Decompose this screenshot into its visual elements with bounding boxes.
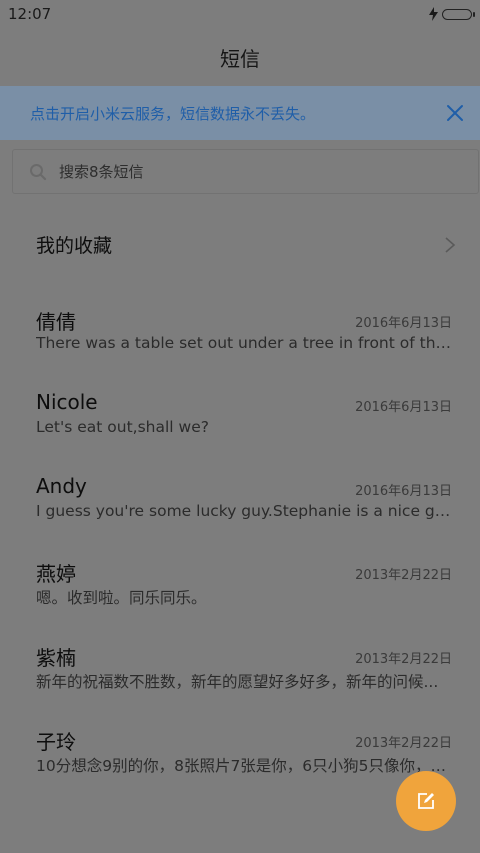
message-preview: 新年的祝福数不胜数，新年的愿望好多好多，新年的问候... [36, 673, 439, 691]
conversation-item[interactable]: 燕婷 2013年2月22日 嗯。收到啦。同乐同乐。 [0, 552, 480, 636]
message-preview: 嗯。收到啦。同乐同乐。 [36, 589, 207, 607]
message-preview: There was a table set out under a tree i… [36, 334, 452, 352]
compose-icon [418, 793, 434, 809]
message-preview: I guess you're some lucky guy.Stephanie … [36, 502, 452, 520]
contact-name: Nicole [36, 390, 98, 414]
message-date: 2016年6月13日 [355, 400, 452, 415]
banner-text[interactable]: 点击开启小米云服务，短信数据永不丢失。 [30, 103, 315, 124]
charging-icon [429, 7, 438, 21]
conversation-list: 倩倩 2016年6月13日 There was a table set out … [0, 300, 480, 804]
conversation-item[interactable]: Nicole 2016年6月13日 Let's eat out,shall we… [0, 384, 480, 468]
contact-name: 燕婷 [36, 562, 76, 586]
status-bar: 12:07 [0, 0, 480, 28]
conversation-item[interactable]: 倩倩 2016年6月13日 There was a table set out … [0, 300, 480, 384]
conversation-item[interactable]: 紫楠 2013年2月22日 新年的祝福数不胜数，新年的愿望好多好多，新年的问候.… [0, 636, 480, 720]
message-preview: Let's eat out,shall we? [36, 418, 209, 436]
favorites-item[interactable]: 我的收藏 [0, 215, 480, 273]
search-input[interactable]: 搜索8条短信 [12, 149, 479, 194]
close-icon[interactable] [446, 104, 464, 122]
contact-name: 子玲 [36, 730, 76, 754]
message-date: 2016年6月13日 [355, 316, 452, 331]
favorites-label: 我的收藏 [36, 234, 113, 257]
conversation-item[interactable]: Andy 2016年6月13日 I guess you're some luck… [0, 468, 480, 552]
status-time: 12:07 [8, 5, 52, 23]
battery-icon [442, 8, 475, 20]
message-preview: 10分想念9别的你，8张照片7张是你，6只小狗5只像你，4... [36, 757, 452, 775]
message-date: 2016年6月13日 [355, 484, 452, 499]
message-date: 2013年2月22日 [355, 736, 452, 751]
message-date: 2013年2月22日 [355, 652, 452, 667]
message-date: 2013年2月22日 [355, 568, 452, 583]
search-placeholder: 搜索8条短信 [59, 163, 144, 181]
contact-name: 紫楠 [36, 646, 76, 670]
chevron-right-icon [445, 237, 456, 253]
contact-name: 倩倩 [36, 310, 76, 334]
page-title: 短信 [220, 46, 260, 71]
status-icons [429, 7, 475, 21]
contact-name: Andy [36, 474, 87, 498]
cloud-service-banner[interactable]: 点击开启小米云服务，短信数据永不丢失。 [0, 86, 480, 140]
search-icon [30, 163, 47, 180]
compose-button[interactable] [396, 771, 456, 831]
